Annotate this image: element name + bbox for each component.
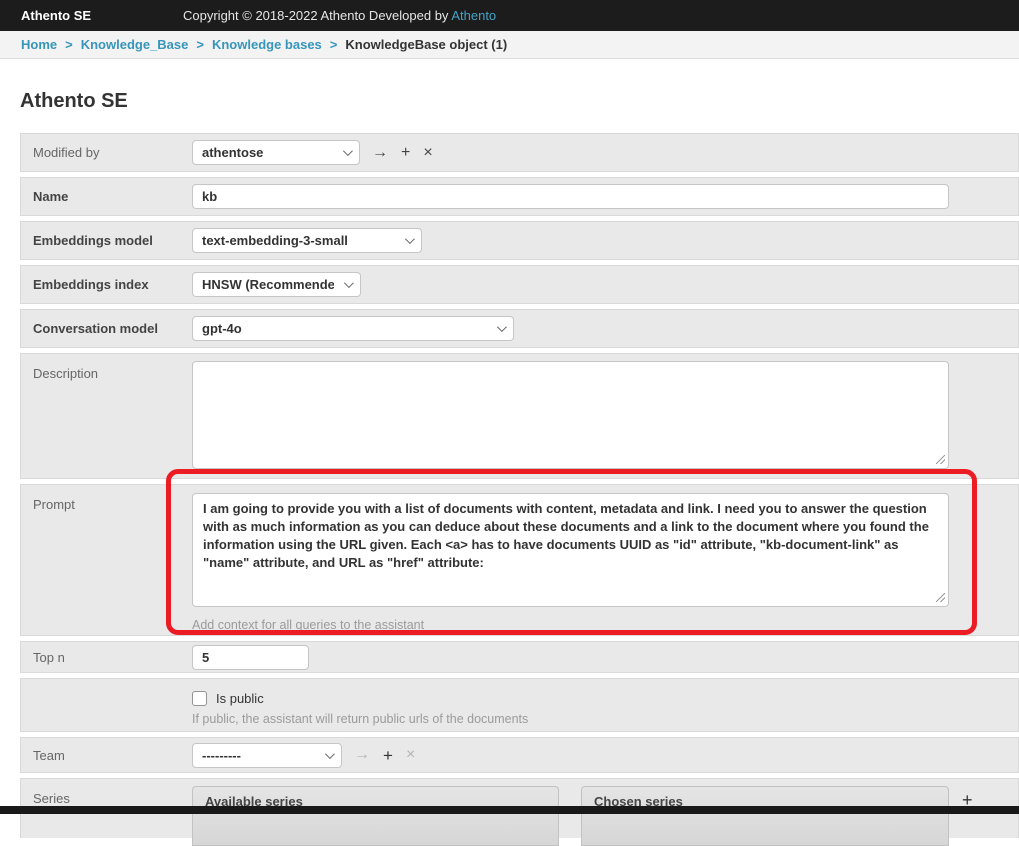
breadcrumb: Home > Knowledge_Base > Knowledge bases …	[0, 31, 1019, 59]
row-prompt: Prompt I am going to provide you with a …	[20, 484, 1019, 636]
conversation-model-label: Conversation model	[21, 321, 192, 336]
description-textarea[interactable]	[192, 361, 949, 469]
modified-by-value: athentose	[202, 145, 333, 160]
row-description: Description	[20, 353, 1019, 479]
embeddings-index-value: HNSW (Recommended)	[202, 277, 334, 292]
breadcrumb-knowledge-bases-link[interactable]: Knowledge bases	[212, 37, 322, 52]
row-top-n: Top n	[20, 641, 1019, 673]
team-label: Team	[21, 748, 192, 763]
add-related-icon[interactable]: +	[383, 747, 393, 764]
is-public-empty-label	[21, 679, 192, 731]
conversation-model-select[interactable]: gpt-4o	[192, 316, 514, 341]
goto-related-icon[interactable]: →	[354, 747, 370, 763]
row-embeddings-index: Embeddings index HNSW (Recommended)	[20, 265, 1019, 304]
breadcrumb-current: KnowledgeBase object (1)	[345, 37, 507, 52]
delete-related-icon[interactable]: ×	[423, 145, 432, 161]
row-conversation-model: Conversation model gpt-4o	[20, 309, 1019, 348]
copyright-text: Copyright © 2018-2022 Athento Developed …	[183, 8, 496, 23]
team-select[interactable]: ---------	[192, 743, 342, 768]
name-label: Name	[21, 189, 192, 204]
chosen-series-box[interactable]: Chosen series	[581, 786, 949, 846]
textarea-resize-handle[interactable]	[936, 593, 945, 602]
top-n-input[interactable]	[192, 645, 309, 670]
prompt-help-text: Add context for all queries to the assis…	[192, 618, 1018, 632]
add-related-icon[interactable]: +	[401, 145, 410, 161]
delete-related-icon[interactable]: ×	[406, 747, 415, 763]
embeddings-index-label: Embeddings index	[21, 277, 192, 292]
row-name: Name	[20, 177, 1019, 216]
team-value: ---------	[202, 748, 315, 763]
page-title: Athento SE	[20, 89, 1019, 113]
row-modified-by: Modified by athentose → + ×	[20, 133, 1019, 172]
chevron-down-icon	[497, 322, 507, 332]
copyright-athento-link[interactable]: Athento	[451, 8, 496, 23]
chevron-down-icon	[343, 146, 353, 156]
modified-by-label: Modified by	[21, 145, 192, 160]
modified-by-select[interactable]: athentose	[192, 140, 360, 165]
conversation-model-value: gpt-4o	[202, 321, 487, 336]
available-series-box[interactable]: Available series	[192, 786, 559, 846]
breadcrumb-separator: >	[65, 37, 73, 52]
chevron-down-icon	[325, 749, 335, 759]
chevron-down-icon	[405, 234, 415, 244]
top-header-bar: Athento SE Copyright © 2018-2022 Athento…	[0, 0, 1019, 31]
row-team: Team --------- → + ×	[20, 737, 1019, 773]
breadcrumb-knowledge-base-link[interactable]: Knowledge_Base	[81, 37, 189, 52]
is-public-checkbox[interactable]	[192, 691, 207, 706]
breadcrumb-separator: >	[196, 37, 204, 52]
embeddings-model-select[interactable]: text-embedding-3-small	[192, 228, 422, 253]
knowledgebase-form: Modified by athentose → + × Name Embeddi…	[20, 133, 1019, 838]
row-embeddings-model: Embeddings model text-embedding-3-small	[20, 221, 1019, 260]
copyright-prefix: Copyright © 2018-2022 Athento Developed …	[183, 8, 448, 23]
row-is-public: Is public If public, the assistant will …	[20, 678, 1019, 732]
breadcrumb-home-link[interactable]: Home	[21, 37, 57, 52]
top-n-label: Top n	[21, 650, 192, 665]
textarea-resize-handle[interactable]	[936, 455, 945, 464]
prompt-label: Prompt	[21, 485, 192, 635]
embeddings-model-label: Embeddings model	[21, 233, 192, 248]
goto-related-icon[interactable]: →	[372, 145, 388, 161]
prompt-textarea[interactable]: I am going to provide you with a list of…	[192, 493, 949, 607]
breadcrumb-separator: >	[330, 37, 338, 52]
embeddings-index-select[interactable]: HNSW (Recommended)	[192, 272, 361, 297]
bottom-edge-strip	[0, 806, 1019, 814]
app-brand: Athento SE	[21, 8, 91, 23]
is-public-help-text: If public, the assistant will return pub…	[192, 712, 1018, 726]
is-public-label: Is public	[216, 691, 264, 706]
embeddings-model-value: text-embedding-3-small	[202, 233, 395, 248]
chevron-down-icon	[344, 278, 354, 288]
name-input[interactable]	[192, 184, 949, 209]
description-label: Description	[21, 354, 192, 478]
